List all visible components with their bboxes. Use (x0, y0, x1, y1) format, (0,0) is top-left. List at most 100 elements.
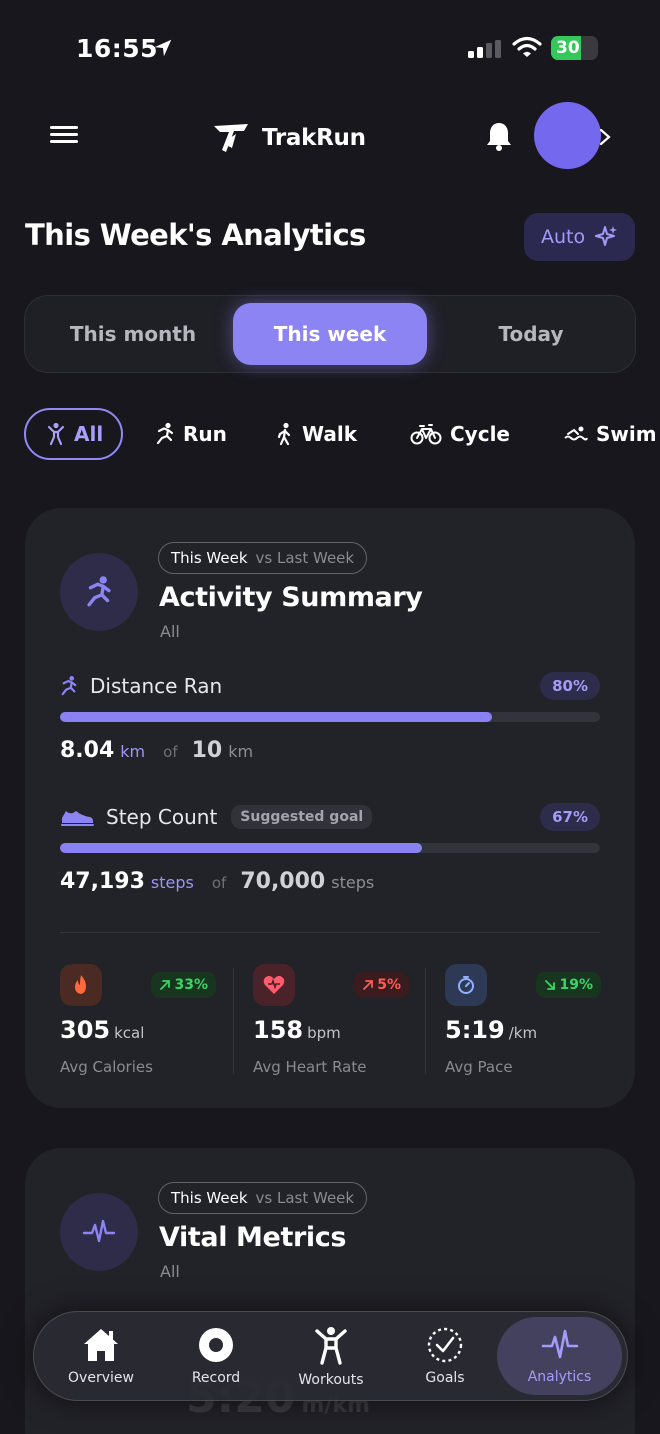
chevron-right-icon[interactable] (598, 128, 612, 146)
filter-chip-all[interactable]: All (24, 408, 123, 460)
distance-of: of (163, 743, 178, 761)
notification-bell-icon[interactable] (484, 120, 514, 152)
steps-value: 47,193 (60, 869, 145, 894)
compare-vs-period: vs Last Week (255, 549, 355, 567)
distance-goal: 10 (191, 738, 223, 763)
bicycle-icon (410, 424, 442, 445)
auto-button-label: Auto (541, 226, 586, 248)
calories-trend: 33% (151, 972, 216, 998)
hamburger-icon-line (50, 133, 78, 136)
stat-icon-bg (445, 964, 487, 1006)
filter-chip-walk[interactable]: Walk (276, 408, 357, 460)
person-arms-up-icon (47, 422, 65, 446)
comparison-pill[interactable]: This Week vs Last Week (158, 1182, 368, 1214)
period-tab-today[interactable]: Today (433, 303, 629, 365)
filter-chip-label: Walk (302, 422, 357, 446)
hamburger-icon-line (50, 126, 78, 129)
suggested-goal-tag: Suggested goal (231, 805, 373, 829)
stat-separator (233, 968, 234, 1074)
calories-value: 305 (60, 1016, 111, 1044)
distance-progress-fill (60, 712, 492, 722)
pace-value-row: 5:19 /km (445, 1016, 537, 1044)
stat-separator (425, 968, 426, 1074)
comparison-pill[interactable]: This Week vs Last Week (158, 542, 368, 574)
steps-progress-track (60, 843, 600, 853)
period-tab-month[interactable]: This month (35, 303, 231, 365)
brand-name: TrakRun (262, 125, 366, 151)
calories-value-row: 305 kcal (60, 1016, 144, 1044)
distance-goal-unit: km (228, 742, 254, 761)
status-bar: 16:55 30 (0, 0, 660, 90)
profile-avatar[interactable] (534, 102, 601, 169)
cellular-signal-icon (468, 40, 501, 58)
period-selector: This month This week Today (24, 295, 636, 373)
stopwatch-icon (458, 976, 474, 994)
sneaker-icon (61, 811, 94, 826)
swimming-icon (564, 426, 588, 441)
distance-label: Distance Ran (60, 670, 222, 702)
wifi-icon (512, 36, 542, 57)
nav-workouts[interactable]: Workouts (274, 1312, 388, 1400)
calories-stat[interactable]: 33% 305 kcal Avg Calories (60, 964, 216, 1084)
period-tab-week[interactable]: This week (233, 303, 427, 365)
pace-stat[interactable]: 19% 5:19 /km Avg Pace (445, 964, 601, 1084)
distance-label-text: Distance Ran (90, 674, 223, 698)
activity-filter-bar: All Run Walk Cycle Swim (24, 408, 660, 462)
trakrun-logo-icon (214, 124, 248, 152)
steps-label: Step Count Suggested goal (60, 801, 373, 833)
card-title: Vital Metrics (159, 1222, 346, 1253)
running-icon (87, 576, 111, 607)
card-title: Activity Summary (159, 582, 423, 613)
filter-chip-label: Cycle (450, 422, 510, 446)
filter-chip-run[interactable]: Run (155, 408, 227, 460)
nav-analytics[interactable]: Analytics (497, 1317, 622, 1395)
battery-indicator: 30 (551, 36, 598, 60)
nav-goals[interactable]: Goals (388, 1312, 502, 1400)
activity-card-icon (60, 553, 138, 631)
steps-goal-unit: steps (331, 873, 375, 892)
steps-progress-fill (60, 843, 422, 853)
distance-progress-track (60, 712, 600, 722)
stat-icon-bg (60, 964, 102, 1006)
activity-summary-card[interactable]: This Week vs Last Week Activity Summary … (25, 508, 635, 1108)
menu-button[interactable] (50, 122, 82, 152)
pulse-icon (82, 1219, 116, 1243)
filter-chip-cycle[interactable]: Cycle (410, 408, 510, 460)
steps-of: of (211, 874, 227, 892)
stat-icon-bg (253, 964, 295, 1006)
distance-values: 8.04 km of 10 km (60, 738, 253, 763)
nav-label: Goals (425, 1370, 465, 1386)
nav-label: Overview (68, 1370, 134, 1386)
card-subtitle: All (160, 622, 180, 641)
filter-chip-label: Run (183, 422, 227, 446)
brand: TrakRun (212, 118, 366, 158)
bottom-navigation: Overview Record Workouts Goals Analytics (33, 1311, 628, 1401)
nav-label: Analytics (527, 1369, 592, 1385)
compare-this-period: This Week (171, 1189, 248, 1207)
pace-label: Avg Pace (445, 1058, 513, 1076)
heart-rate-value-row: 158 bpm (253, 1016, 341, 1044)
status-time: 16:55 (76, 34, 159, 63)
sparkle-icon (595, 226, 618, 246)
heart-rate-stat[interactable]: 5% 158 bpm Avg Heart Rate (253, 964, 409, 1084)
nav-overview[interactable]: Overview (44, 1312, 158, 1400)
filter-chip-label: Swim (596, 422, 657, 446)
nav-label: Record (191, 1370, 241, 1386)
nav-record[interactable]: Record (159, 1312, 273, 1400)
compare-vs-period: vs Last Week (255, 1189, 355, 1207)
home-icon (84, 1329, 118, 1361)
running-icon (156, 422, 174, 445)
pulse-icon (541, 1329, 578, 1359)
calories-unit: kcal (114, 1024, 145, 1042)
record-icon (199, 1328, 233, 1362)
auto-button[interactable]: Auto (524, 213, 635, 261)
steps-goal: 70,000 (240, 869, 326, 894)
vital-card-icon (60, 1193, 138, 1271)
steps-values: 47,193 steps of 70,000 steps (60, 869, 374, 894)
calories-trend-value: 33% (174, 977, 208, 993)
heart-rate-unit: bpm (307, 1024, 341, 1042)
filter-chip-swim[interactable]: Swim (564, 408, 657, 460)
flame-icon (75, 975, 86, 994)
pace-trend: 19% (536, 972, 601, 998)
calories-label: Avg Calories (60, 1058, 153, 1076)
